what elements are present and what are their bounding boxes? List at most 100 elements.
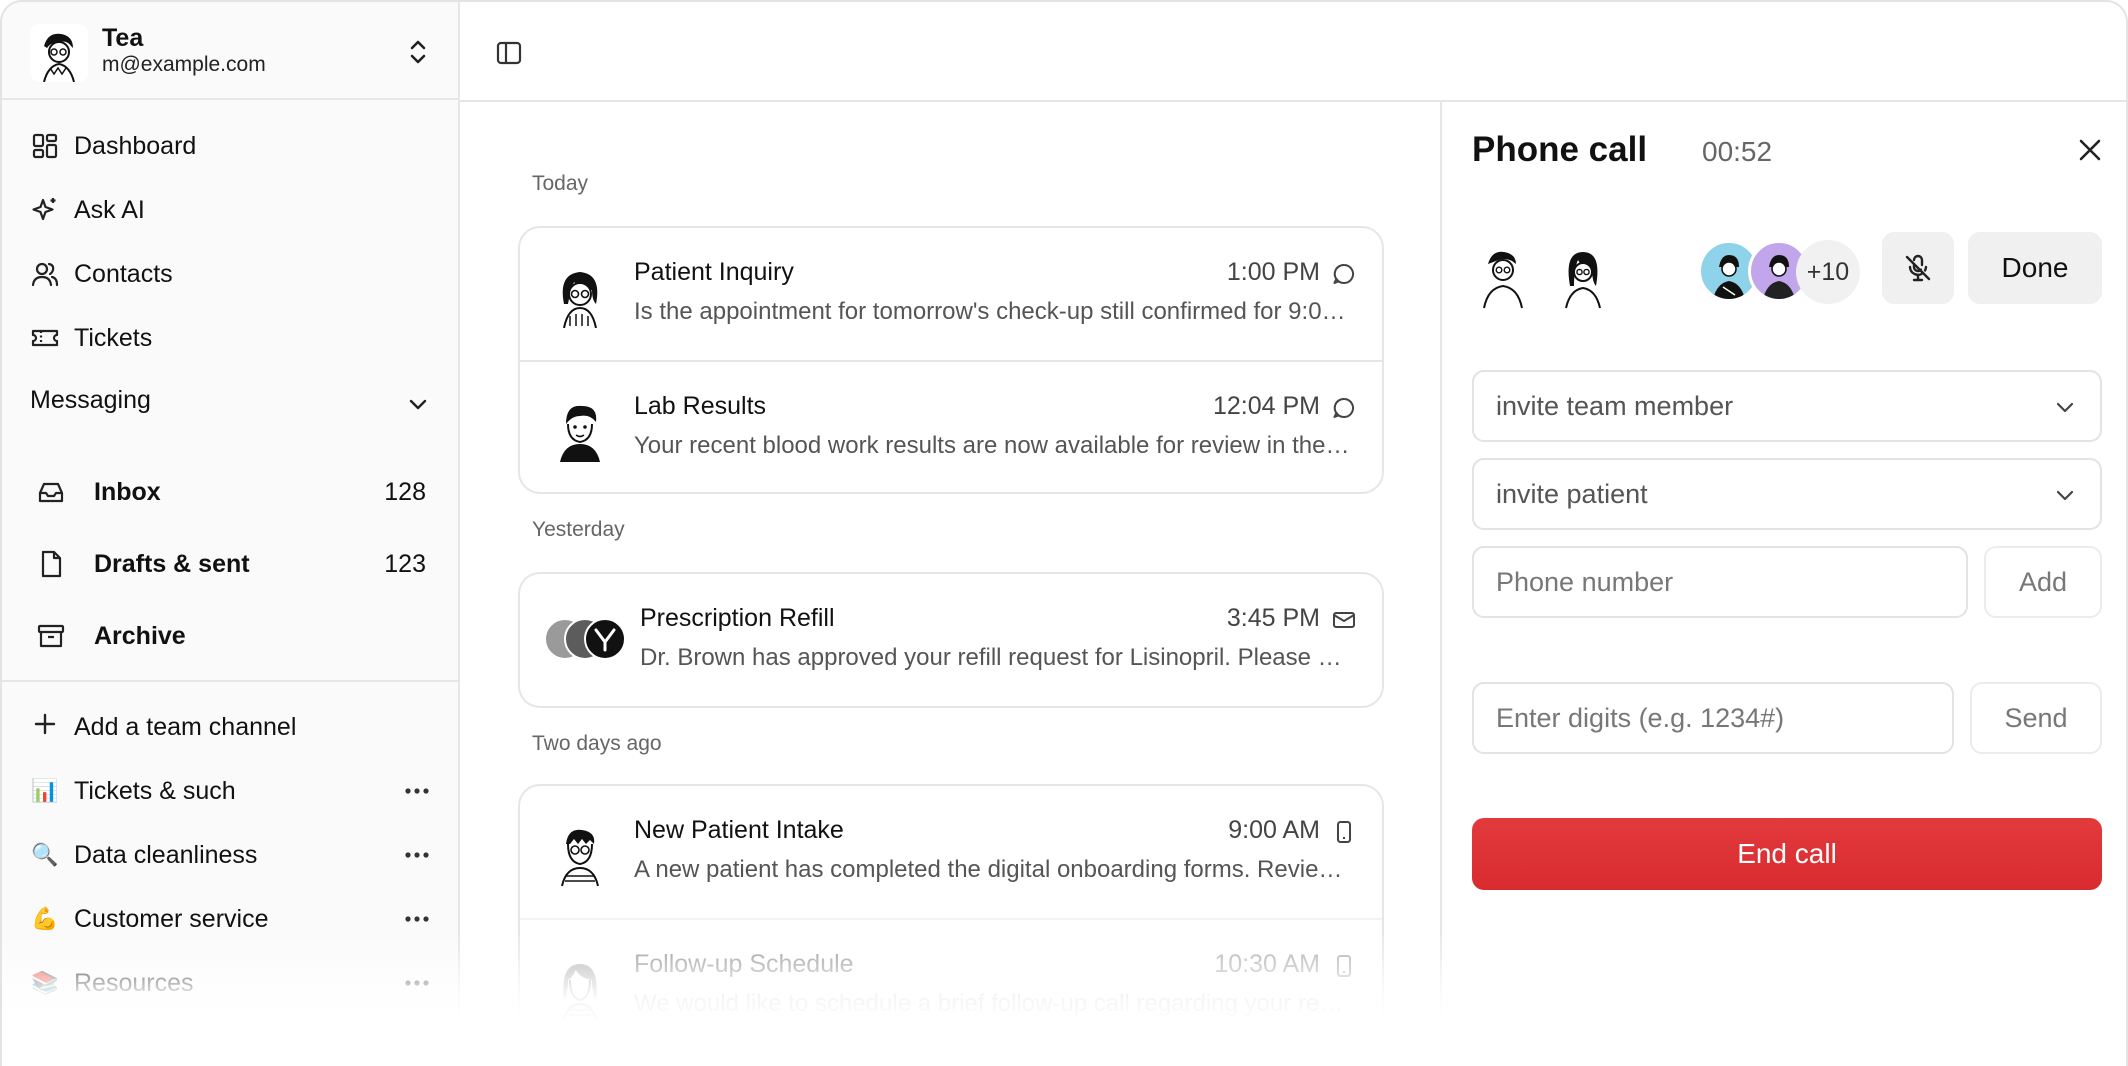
- nav-contacts[interactable]: Contacts: [30, 254, 173, 294]
- list-item[interactable]: Prescription Refill 3:45 PM Dr. Brown ha…: [520, 574, 1382, 706]
- books-emoji-icon: 📚: [31, 970, 59, 995]
- add-phone-button[interactable]: Add: [1984, 546, 2102, 618]
- phone-icon: [1337, 955, 1351, 977]
- message-preview: A new patient has completed the digital …: [634, 856, 1354, 883]
- message-time: 12:04 PM: [1212, 392, 1320, 420]
- channel-item[interactable]: 📊 Tickets & such: [30, 769, 432, 813]
- channel-item[interactable]: 🔍 Data cleanliness: [30, 833, 432, 877]
- channel-item[interactable]: 📚 Resources: [30, 961, 432, 1005]
- user-avatar: [30, 24, 88, 82]
- message-title: Prescription Refill: [640, 604, 835, 632]
- channel-item[interactable]: 💪 Customer service: [30, 897, 432, 941]
- nav-dashboard[interactable]: Dashboard: [30, 126, 196, 166]
- sidebar-divider: [2, 680, 458, 682]
- channel-label: Data cleanliness: [74, 840, 258, 869]
- message-title: Lab Results: [634, 392, 767, 420]
- message-preview: Your recent blood work results are now a…: [634, 432, 1354, 459]
- sidebar-toggle-icon[interactable]: [496, 40, 522, 66]
- avatar: [560, 405, 600, 462]
- nav-label: Ask AI: [74, 195, 145, 224]
- magnifier-emoji-icon: 🔍: [31, 842, 59, 867]
- microphone-off-icon: [1905, 254, 1931, 282]
- app-window: Tea m@example.com Dashboard Ask AI Conta…: [0, 0, 2128, 1066]
- drafts-label: Drafts & sent: [94, 549, 250, 578]
- chat-icon: [1333, 263, 1354, 284]
- archive-label: Archive: [94, 621, 186, 650]
- list-item[interactable]: Lab Results 12:04 PM Your recent blood w…: [520, 360, 1382, 492]
- sidebar: Tea m@example.com Dashboard Ask AI Conta…: [2, 2, 460, 1066]
- top-bar: [460, 2, 2126, 102]
- select-placeholder: invite team member: [1496, 390, 1734, 421]
- nav-ask-ai[interactable]: Ask AI: [30, 190, 145, 230]
- phone-call-panel: Phone call 00:52 +10 Done invite team me…: [1440, 102, 2126, 1066]
- list-item[interactable]: New Patient Intake 9:00 AM A new patient…: [520, 786, 1382, 918]
- sidebar-item-drafts[interactable]: Drafts & sent 123: [36, 542, 426, 586]
- phone-number-input[interactable]: [1472, 546, 1968, 618]
- nav-tickets[interactable]: Tickets: [30, 318, 152, 358]
- participant-avatar: [1483, 251, 1523, 309]
- section-label-today: Today: [532, 172, 589, 195]
- avatar: [563, 964, 597, 1020]
- sidebar-item-inbox[interactable]: Inbox 128: [36, 470, 426, 514]
- nav-label: Contacts: [74, 259, 173, 288]
- message-group: New Patient Intake 9:00 AM A new patient…: [518, 784, 1384, 1066]
- message-preview: Is the appointment for tomorrow's check-…: [634, 298, 1354, 325]
- account-switcher[interactable]: Tea m@example.com: [2, 2, 458, 100]
- message-list: Today Patient Inquiry 1:00 PM Is the app…: [460, 102, 1442, 1066]
- file-icon: [36, 549, 66, 579]
- message-time: 1:00 PM: [1226, 258, 1320, 286]
- channel-label: Customer service: [74, 904, 269, 933]
- inbox-label: Inbox: [94, 477, 161, 506]
- dtmf-digits-input[interactable]: [1472, 682, 1954, 754]
- avatar: [561, 829, 599, 886]
- section-label-two-days-ago: Two days ago: [532, 732, 662, 755]
- message-time: 10:30 AM: [1214, 950, 1320, 978]
- list-item[interactable]: Follow-up Schedule 10:30 AM We would lik…: [520, 918, 1382, 1050]
- chevrons-up-down-icon[interactable]: [404, 36, 432, 68]
- channel-label: Resources: [74, 968, 194, 997]
- panel-title: Phone call: [1472, 130, 1648, 169]
- add-channel-label: Add a team channel: [74, 712, 297, 741]
- message-time: 3:45 PM: [1226, 604, 1320, 632]
- mute-button[interactable]: [1882, 232, 1954, 304]
- nav-label: Dashboard: [74, 131, 197, 160]
- section-label-yesterday: Yesterday: [532, 518, 625, 541]
- chevron-down-icon[interactable]: [406, 392, 430, 416]
- inbox-count: 128: [384, 477, 426, 506]
- archive-icon: [36, 621, 66, 651]
- more-icon[interactable]: [402, 978, 432, 988]
- inbox-icon: [36, 477, 66, 507]
- add-team-channel-button[interactable]: Add a team channel: [30, 705, 432, 749]
- messaging-group-label[interactable]: Messaging: [30, 386, 151, 415]
- nav-label: Tickets: [74, 323, 153, 352]
- done-button[interactable]: Done: [1968, 232, 2102, 304]
- message-preview: Dr. Brown has approved your refill reque…: [640, 644, 1354, 671]
- user-name: Tea: [102, 24, 144, 52]
- invite-patient-select[interactable]: invite patient: [1472, 458, 2102, 530]
- message-preview: We would like to schedule a brief follow…: [634, 990, 1354, 1017]
- more-icon[interactable]: [402, 850, 432, 860]
- more-participants-count[interactable]: +10: [1796, 240, 1860, 304]
- avatar: [562, 272, 598, 328]
- message-title: Follow-up Schedule: [634, 950, 854, 978]
- call-timer: 00:52: [1702, 136, 1773, 167]
- list-item[interactable]: Patient Inquiry 1:00 PM Is the appointme…: [520, 228, 1382, 360]
- send-digits-button[interactable]: Send: [1970, 682, 2102, 754]
- phone-icon: [1337, 821, 1351, 843]
- chevron-down-icon: [2056, 402, 2074, 413]
- sidebar-item-archive[interactable]: Archive: [36, 614, 426, 658]
- ticket-icon: [30, 323, 60, 353]
- message-title: New Patient Intake: [634, 816, 844, 844]
- channel-label: Tickets & such: [74, 776, 236, 805]
- more-icon[interactable]: [402, 914, 432, 924]
- close-icon[interactable]: [2076, 136, 2104, 164]
- more-icon[interactable]: [402, 786, 432, 796]
- message-title: Patient Inquiry: [634, 258, 794, 286]
- plus-icon: [30, 712, 60, 742]
- sparkles-icon: [30, 195, 60, 225]
- end-call-button[interactable]: End call: [1472, 818, 2102, 890]
- invite-team-member-select[interactable]: invite team member: [1472, 370, 2102, 442]
- message-group: Patient Inquiry 1:00 PM Is the appointme…: [518, 226, 1384, 494]
- bar-chart-emoji-icon: 📊: [31, 778, 59, 803]
- flexed-biceps-emoji-icon: 💪: [31, 906, 59, 931]
